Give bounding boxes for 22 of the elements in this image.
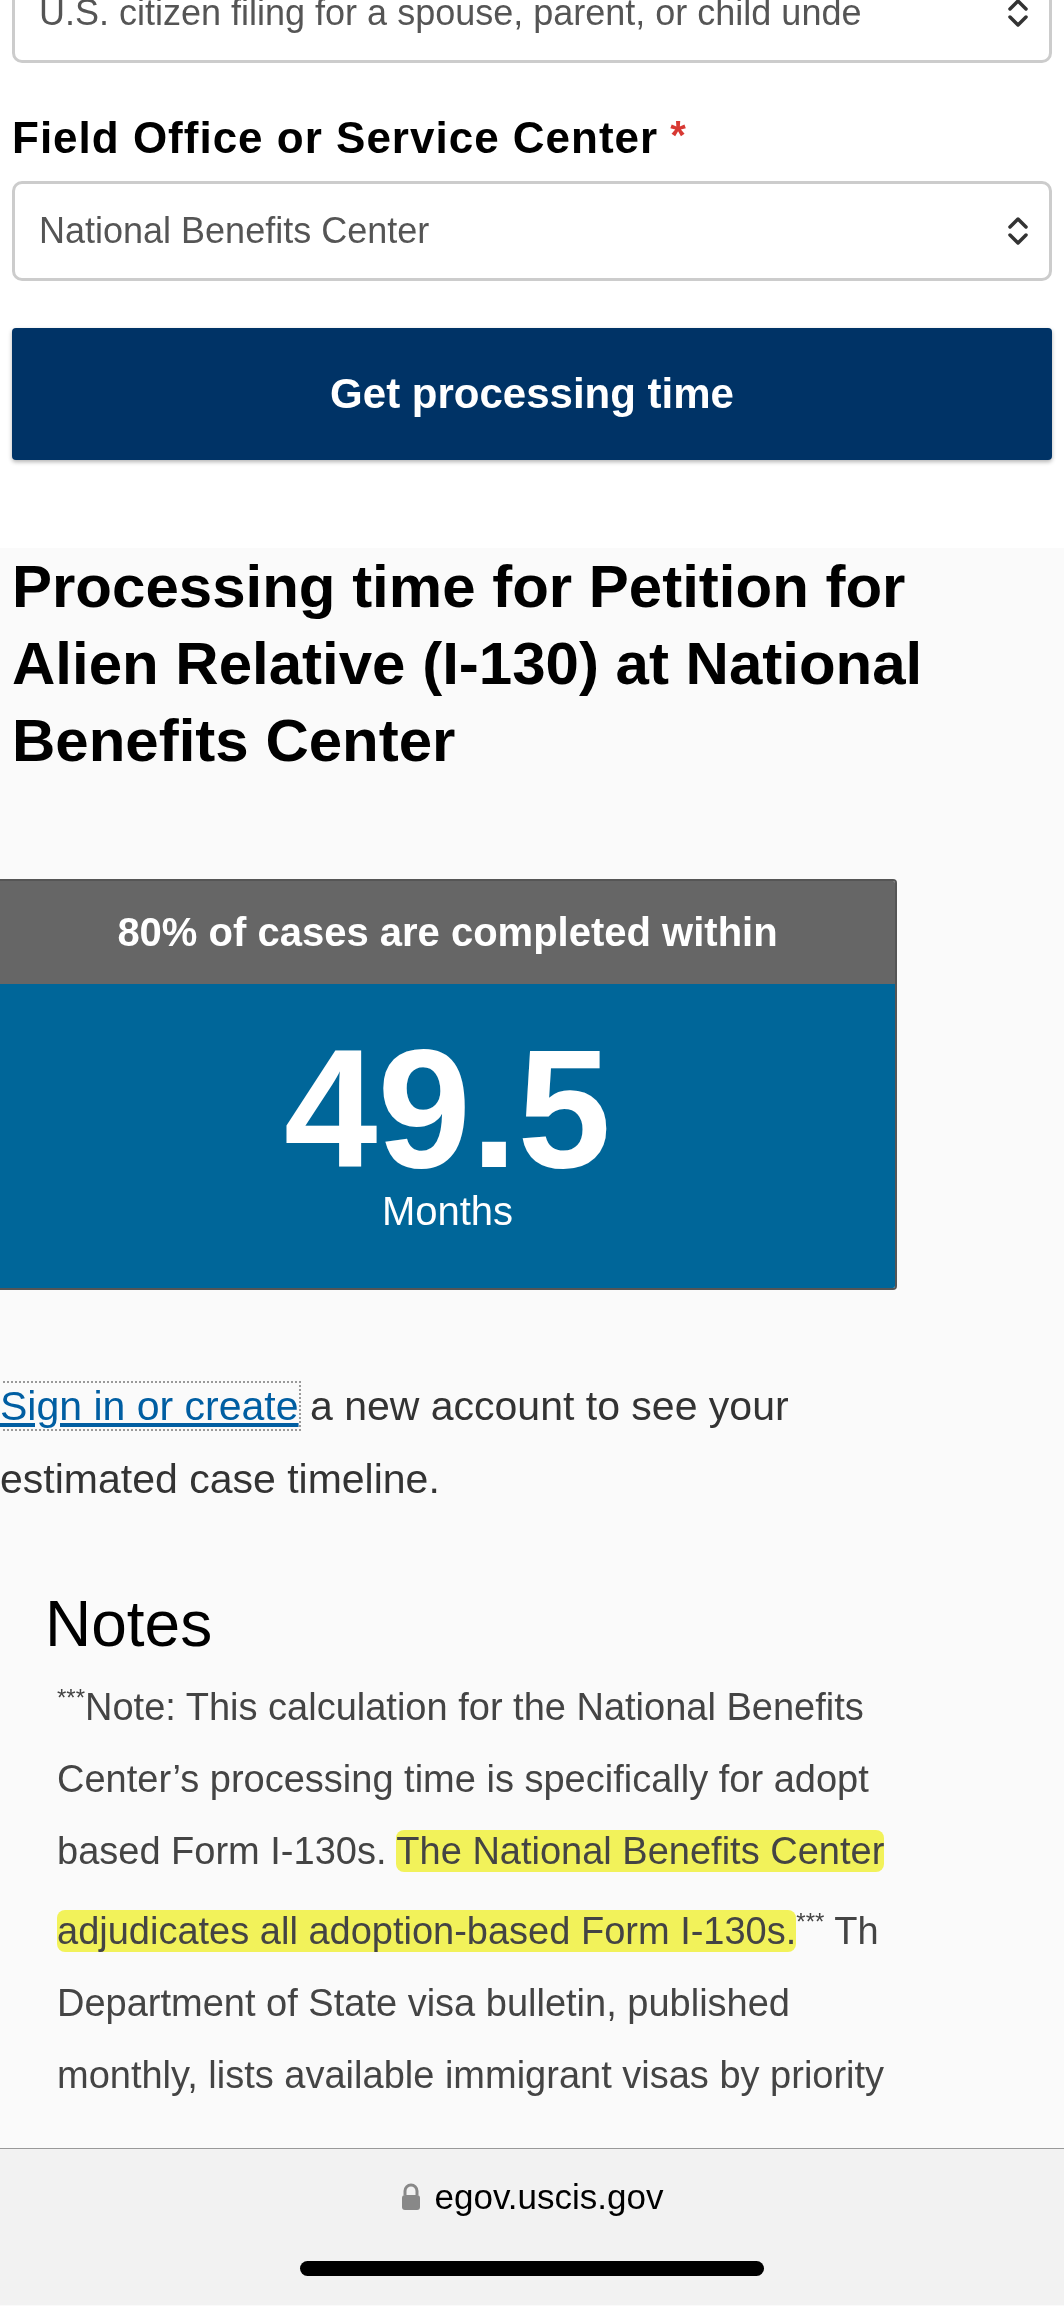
- sign-in-link[interactable]: Sign in or create: [0, 1383, 299, 1429]
- note-text-line: Center’s processing time is specifically for adopt: [56, 1756, 870, 1802]
- result-heading: Processing time for Petition for Alien Relative (I-130) at National Benefits Center: [12, 552, 924, 776]
- select-value: National Benefits Center: [39, 210, 431, 252]
- card-header: 80% of cases are completed within: [117, 910, 778, 955]
- note-text-line: based Form I-130s. The National Benefits Center: [56, 1828, 886, 1874]
- chevron-updown-icon: [1007, 214, 1029, 248]
- select-field[interactable]: National Benefits Center: [12, 181, 1052, 281]
- time-unit: Months: [381, 1189, 514, 1233]
- processing-time-value: 49.5: [284, 1029, 611, 1189]
- url-text: egov.uscis.gov: [434, 2177, 664, 2217]
- note-text-line: monthly, lists available immigrant visas by priority: [56, 2053, 886, 2099]
- get-processing-time-button[interactable]: Get processing time: [12, 328, 1052, 460]
- field-label: Field Office or Service Center: [12, 113, 659, 163]
- notes-heading: Notes: [45, 1587, 214, 1662]
- account-prompt-text: Sign in or create a new account to see your estimated case timeline.: [0, 1382, 790, 1504]
- required-asterisk: *: [670, 113, 686, 158]
- chevron-updown-icon: [1007, 0, 1029, 30]
- lock-icon: [400, 2183, 421, 2211]
- home-indicator[interactable]: [300, 2261, 764, 2276]
- note-text-line: Department of State visa bulletin, published: [56, 1981, 791, 2027]
- note-text-line: $^{***}$Note: This calculation for the National Benefits: [56, 1683, 865, 1730]
